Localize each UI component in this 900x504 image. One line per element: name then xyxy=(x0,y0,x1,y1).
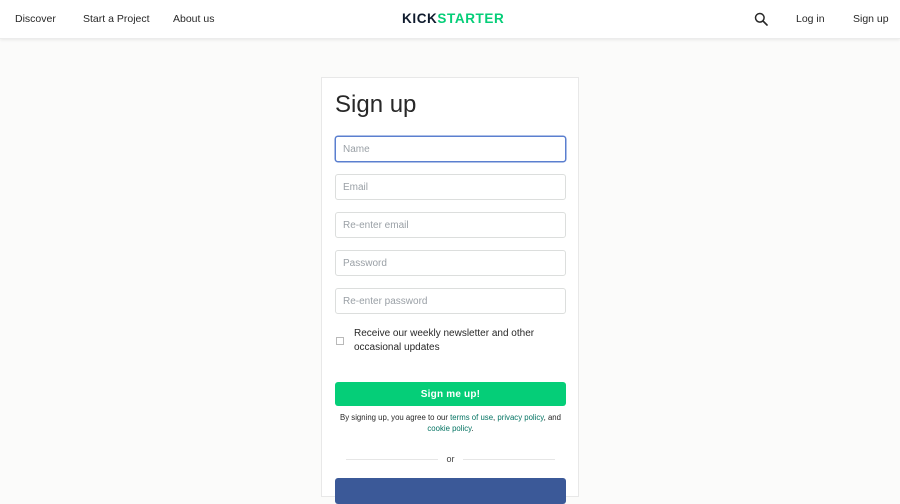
reenter-password-field[interactable] xyxy=(335,288,566,314)
kickstarter-logo[interactable]: KICKSTARTER xyxy=(402,12,504,26)
nav-start-project-link[interactable]: Start a Project xyxy=(83,13,150,25)
or-divider-text: or xyxy=(446,454,455,464)
newsletter-option: Receive our weekly newsletter and other … xyxy=(335,326,566,358)
or-divider-line-left xyxy=(346,459,438,460)
search-icon[interactable] xyxy=(754,12,768,26)
legal-comma: , xyxy=(493,413,496,422)
legal-and-text: , and xyxy=(543,413,561,422)
or-divider: or xyxy=(346,454,555,464)
email-field[interactable] xyxy=(335,174,566,200)
nav-signup-link[interactable]: Sign up xyxy=(853,13,889,25)
terms-of-use-link[interactable]: terms of use xyxy=(450,413,493,422)
signup-card: Sign up Receive our weekly newsletter an… xyxy=(321,77,579,504)
name-field[interactable] xyxy=(335,136,566,162)
privacy-policy-link[interactable]: privacy policy xyxy=(497,413,543,422)
legal-prefix-text: By signing up, you agree to our xyxy=(340,413,448,422)
nav-about-link[interactable]: About us xyxy=(173,13,214,25)
reenter-email-field[interactable] xyxy=(335,212,566,238)
newsletter-checkbox[interactable] xyxy=(336,337,344,345)
newsletter-label[interactable]: Receive our weekly newsletter and other … xyxy=(354,327,566,355)
or-divider-line-right xyxy=(463,459,555,460)
logo-part-starter: STARTER xyxy=(437,11,505,26)
cookie-policy-link[interactable]: cookie policy xyxy=(427,424,471,433)
page-title: Sign up xyxy=(335,91,417,118)
legal-notice: By signing up, you agree to our terms of… xyxy=(335,413,566,434)
nav-discover-link[interactable]: Discover xyxy=(15,13,56,25)
legal-period: . xyxy=(471,423,474,433)
top-navigation-bar: Discover Start a Project About us KICKST… xyxy=(0,0,900,39)
password-field[interactable] xyxy=(335,250,566,276)
logo-part-kick: KICK xyxy=(402,11,438,26)
facebook-signup-button[interactable] xyxy=(335,478,566,504)
sign-me-up-button[interactable]: Sign me up! xyxy=(335,382,566,406)
nav-login-link[interactable]: Log in xyxy=(796,13,825,25)
